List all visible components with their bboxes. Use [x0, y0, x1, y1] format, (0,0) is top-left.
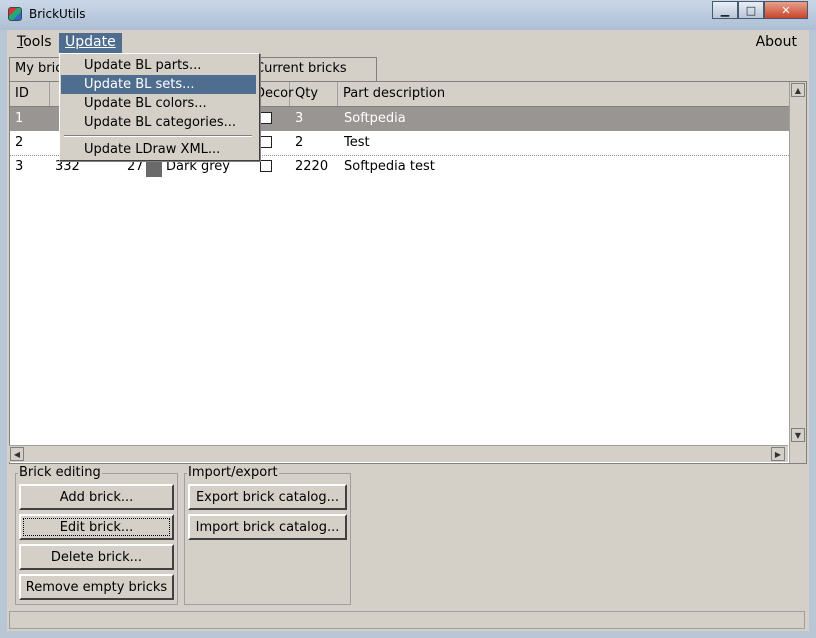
maximize-button[interactable]: □ [738, 1, 764, 19]
vertical-scrollbar[interactable]: ▲ ▼ [789, 82, 806, 463]
menu-tools[interactable]: Tools [11, 33, 58, 53]
col-part-description[interactable]: Part description [338, 82, 789, 106]
window-controls: ▁ □ ✕ [712, 1, 808, 19]
brick-editing-group: Brick editing Add brick... Edit brick...… [15, 465, 178, 605]
menu-item-update-bl-sets[interactable]: Update BL sets... [61, 75, 256, 94]
cell-id: 1 [15, 111, 24, 126]
import-export-title: Import/export [187, 465, 279, 480]
col-id[interactable]: ID [10, 82, 50, 106]
menu-bar: Tools Update About [7, 30, 809, 54]
app-icon [8, 7, 22, 21]
remove-empty-bricks-button[interactable]: Remove empty bricks [19, 574, 174, 600]
export-brick-catalog-button[interactable]: Export brick catalog... [188, 484, 347, 510]
scroll-right-icon[interactable]: ▶ [771, 447, 785, 461]
cell-description: Test [344, 135, 370, 150]
menu-item-update-bl-categories[interactable]: Update BL categories... [61, 113, 256, 132]
import-export-group: Import/export Export brick catalog... Im… [184, 465, 351, 605]
brick-editing-title: Brick editing [18, 465, 102, 480]
cell-id: 3 [15, 159, 24, 174]
scroll-up-icon[interactable]: ▲ [791, 83, 805, 97]
title-bar[interactable]: BrickUtils ▁ □ ✕ [0, 0, 816, 30]
cell-description: Softpedia test [344, 159, 435, 174]
cell-id: 2 [15, 135, 24, 150]
menu-separator [64, 135, 252, 137]
menu-about[interactable]: About [750, 33, 803, 53]
scroll-down-icon[interactable]: ▼ [791, 428, 805, 442]
decor-checkbox[interactable] [260, 160, 272, 172]
menu-item-update-bl-colors[interactable]: Update BL colors... [61, 94, 256, 113]
horizontal-scrollbar[interactable]: ◀ ▶ [9, 445, 788, 462]
update-menu-dropdown: Update BL parts... Update BL sets... Upd… [59, 53, 260, 161]
close-button[interactable]: ✕ [764, 1, 808, 19]
cell-qty: 2 [295, 135, 304, 150]
window-title: BrickUtils [29, 7, 86, 21]
app-window: BrickUtils ▁ □ ✕ Tools Update About My b… [0, 0, 816, 638]
delete-brick-button[interactable]: Delete brick... [19, 544, 174, 570]
scroll-left-icon[interactable]: ◀ [10, 447, 24, 461]
menu-update[interactable]: Update [59, 33, 122, 53]
cell-qty: 3 [295, 111, 304, 126]
add-brick-button[interactable]: Add brick... [19, 484, 174, 510]
minimize-button[interactable]: ▁ [712, 1, 738, 19]
status-bar [9, 611, 805, 629]
cell-qty: 2220 [295, 159, 329, 174]
decor-checkbox[interactable] [260, 112, 272, 124]
edit-brick-button[interactable]: Edit brick... [19, 514, 174, 540]
tab-current-bricks-list[interactable]: Current bricks List [249, 57, 377, 98]
col-qty[interactable]: Qty [290, 82, 338, 106]
menu-tools-label: ools [23, 34, 52, 50]
cell-description: Softpedia [344, 111, 406, 126]
decor-checkbox[interactable] [260, 136, 272, 148]
import-brick-catalog-button[interactable]: Import brick catalog... [188, 514, 347, 540]
menu-item-update-bl-parts[interactable]: Update BL parts... [61, 56, 256, 75]
menu-item-update-ldraw-xml[interactable]: Update LDraw XML... [61, 140, 256, 159]
menu-update-label: Update [65, 34, 116, 50]
